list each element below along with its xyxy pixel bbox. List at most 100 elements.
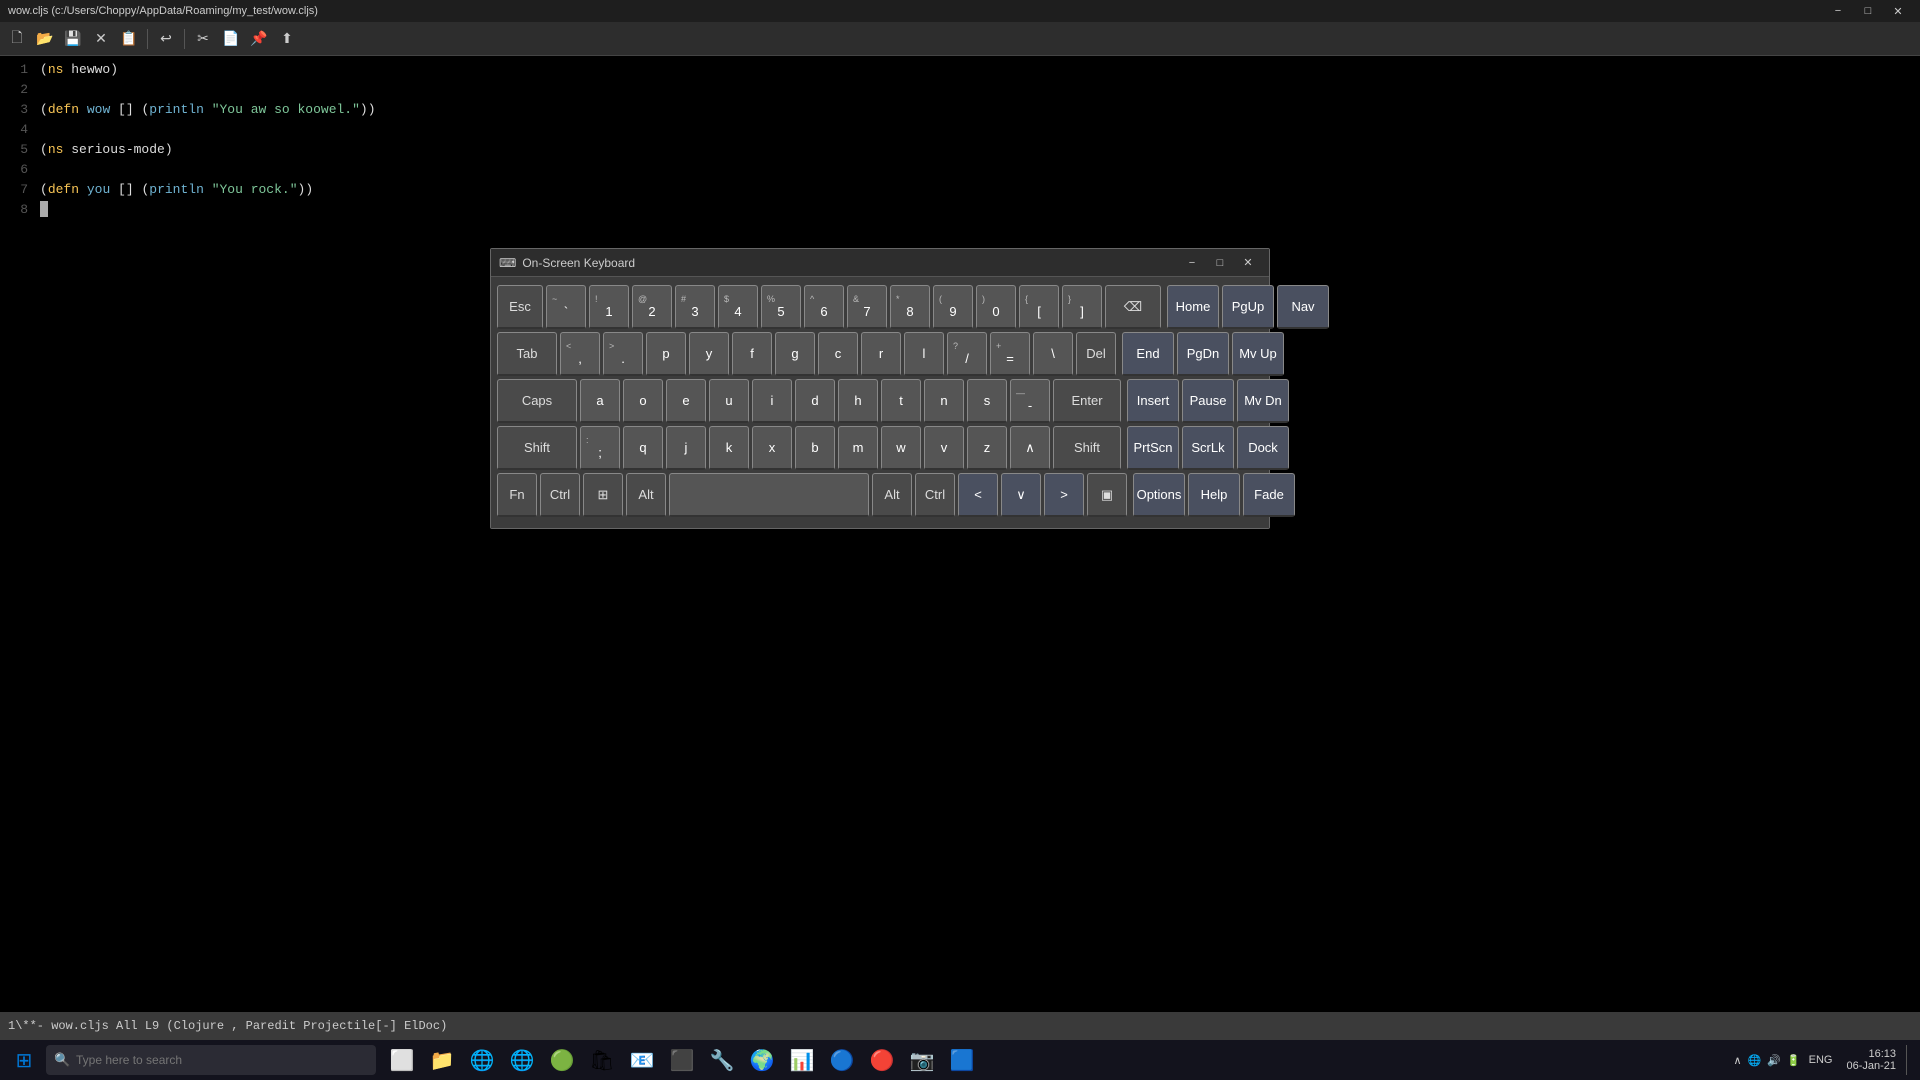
osk-key-b[interactable]: b <box>795 426 835 470</box>
open-file-button[interactable]: 📂 <box>32 26 58 52</box>
taskbar-app-greenapp[interactable]: 🟢 <box>542 1040 582 1080</box>
osk-key-del[interactable]: Del <box>1076 332 1116 376</box>
osk-key-g[interactable]: g <box>775 332 815 376</box>
osk-key-pause[interactable]: Pause <box>1182 379 1234 423</box>
cut-button[interactable]: ✂ <box>190 26 216 52</box>
osk-key-backspace[interactable]: ⌫ <box>1105 285 1161 329</box>
osk-key-ctrl-left[interactable]: Ctrl <box>540 473 580 517</box>
osk-key-v[interactable]: v <box>924 426 964 470</box>
osk-key-pgup[interactable]: PgUp <box>1222 285 1274 329</box>
osk-key-k[interactable]: k <box>709 426 749 470</box>
taskbar-app-vs[interactable]: 📊 <box>782 1040 822 1080</box>
taskbar-app-ie[interactable]: 🌐 <box>502 1040 542 1080</box>
osk-key-caret[interactable]: ∧ <box>1010 426 1050 470</box>
osk-key-options[interactable]: Options <box>1133 473 1185 517</box>
clock[interactable]: 16:13 06-Jan-21 <box>1840 1048 1902 1072</box>
taskbar-search-input[interactable] <box>46 1045 376 1075</box>
osk-key-insert[interactable]: Insert <box>1127 379 1179 423</box>
osk-key-arrow-left[interactable]: < <box>958 473 998 517</box>
editor[interactable]: 1 (ns hewwo) 2 3 (defn wow [] (println "… <box>0 56 1920 1012</box>
osk-key-x[interactable]: x <box>752 426 792 470</box>
copy-button[interactable]: 📄 <box>218 26 244 52</box>
osk-key-7[interactable]: &7 <box>847 285 887 329</box>
osk-key-j[interactable]: j <box>666 426 706 470</box>
osk-key-2[interactable]: @2 <box>632 285 672 329</box>
taskbar-app-terminal[interactable]: ⬛ <box>662 1040 702 1080</box>
osk-key-5[interactable]: %5 <box>761 285 801 329</box>
osk-key-i[interactable]: i <box>752 379 792 423</box>
taskbar-app-photo[interactable]: 📷 <box>902 1040 942 1080</box>
osk-key-prtscn[interactable]: PrtScn <box>1127 426 1179 470</box>
osk-key-0[interactable]: )0 <box>976 285 1016 329</box>
osk-key-semicolon[interactable]: :; <box>580 426 620 470</box>
taskbar-app-store[interactable]: 🛍 <box>582 1040 622 1080</box>
osk-key-slash[interactable]: ?/ <box>947 332 987 376</box>
osk-key-u[interactable]: u <box>709 379 749 423</box>
osk-maximize-button[interactable]: □ <box>1207 253 1233 273</box>
osk-key-mvdn[interactable]: Mv Dn <box>1237 379 1289 423</box>
osk-minimize-button[interactable]: − <box>1179 253 1205 273</box>
osk-key-dock[interactable]: Dock <box>1237 426 1289 470</box>
osk-key-1[interactable]: !1 <box>589 285 629 329</box>
osk-key-s[interactable]: s <box>967 379 1007 423</box>
osk-key-tab[interactable]: Tab <box>497 332 557 376</box>
osk-key-shift-right[interactable]: Shift <box>1053 426 1121 470</box>
osk-key-c[interactable]: c <box>818 332 858 376</box>
osk-key-end[interactable]: End <box>1122 332 1174 376</box>
maximize-button[interactable]: □ <box>1854 2 1882 20</box>
osk-key-w[interactable]: w <box>881 426 921 470</box>
osk-key-alt-left[interactable]: Alt <box>626 473 666 517</box>
taskbar-app-misc[interactable]: 🟦 <box>942 1040 982 1080</box>
osk-key-m[interactable]: m <box>838 426 878 470</box>
paste-button[interactable]: 📌 <box>246 26 272 52</box>
osk-key-a[interactable]: a <box>580 379 620 423</box>
osk-key-arrow-right[interactable]: > <box>1044 473 1084 517</box>
osk-key-o[interactable]: o <box>623 379 663 423</box>
osk-key-context[interactable]: ▣ <box>1087 473 1127 517</box>
taskbar-app-mail[interactable]: 📧 <box>622 1040 662 1080</box>
osk-key-f[interactable]: f <box>732 332 772 376</box>
osk-key-r[interactable]: r <box>861 332 901 376</box>
osk-key-l[interactable]: l <box>904 332 944 376</box>
show-desktop-button[interactable] <box>1906 1045 1912 1075</box>
osk-key-scrlk[interactable]: ScrLk <box>1182 426 1234 470</box>
osk-key-6[interactable]: ^6 <box>804 285 844 329</box>
start-button[interactable]: ⊞ <box>4 1040 44 1080</box>
taskbar-app-tool[interactable]: 🔧 <box>702 1040 742 1080</box>
taskbar-app-edge[interactable]: 🌐 <box>462 1040 502 1080</box>
osk-key-backtick[interactable]: ~` <box>546 285 586 329</box>
osk-key-shift-left[interactable]: Shift <box>497 426 577 470</box>
osk-key-t[interactable]: t <box>881 379 921 423</box>
osk-key-enter[interactable]: Enter <box>1053 379 1121 423</box>
osk-key-caps[interactable]: Caps <box>497 379 577 423</box>
undo-button[interactable]: ↩ <box>153 26 179 52</box>
osk-key-4[interactable]: $4 <box>718 285 758 329</box>
osk-key-z[interactable]: z <box>967 426 1007 470</box>
osk-key-y[interactable]: y <box>689 332 729 376</box>
osk-key-8[interactable]: *8 <box>890 285 930 329</box>
osk-key-comma[interactable]: <, <box>560 332 600 376</box>
taskbar-app-globe[interactable]: 🌍 <box>742 1040 782 1080</box>
new-file-button[interactable]: 🗋 <box>4 26 30 52</box>
osk-key-esc[interactable]: Esc <box>497 285 543 329</box>
export-button[interactable]: ⬆ <box>274 26 300 52</box>
osk-key-space[interactable] <box>669 473 869 517</box>
minimize-button[interactable]: − <box>1824 2 1852 20</box>
taskbar-app-explorer[interactable]: 📁 <box>422 1040 462 1080</box>
osk-key-lbracket[interactable]: {[ <box>1019 285 1059 329</box>
taskbar-app-clj[interactable]: 🔵 <box>822 1040 862 1080</box>
osk-key-arrow-down[interactable]: ∨ <box>1001 473 1041 517</box>
osk-window[interactable]: ⌨ On-Screen Keyboard − □ ✕ Esc ~` !1 @2 … <box>490 248 1270 529</box>
osk-key-mvup[interactable]: Mv Up <box>1232 332 1284 376</box>
osk-key-fn[interactable]: Fn <box>497 473 537 517</box>
osk-key-nav[interactable]: Nav <box>1277 285 1329 329</box>
osk-key-9[interactable]: (9 <box>933 285 973 329</box>
osk-key-rbracket[interactable]: }] <box>1062 285 1102 329</box>
osk-key-ctrl-right[interactable]: Ctrl <box>915 473 955 517</box>
close-button[interactable]: ✕ <box>1884 2 1912 20</box>
save-button[interactable]: 💾 <box>60 26 86 52</box>
osk-key-q[interactable]: q <box>623 426 663 470</box>
osk-key-period[interactable]: >. <box>603 332 643 376</box>
osk-close-button[interactable]: ✕ <box>1235 253 1261 273</box>
taskbar-app-taskview[interactable]: ⬜ <box>382 1040 422 1080</box>
